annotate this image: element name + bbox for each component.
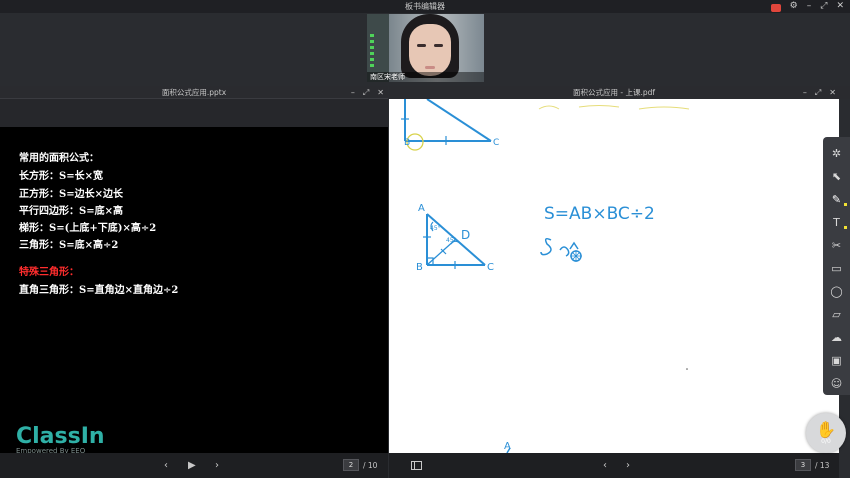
label-b: B — [416, 262, 423, 273]
play-button[interactable]: ▶ — [188, 453, 196, 478]
comment-icon[interactable]: ▱ — [823, 304, 850, 324]
thumbnail-icon[interactable] — [411, 461, 422, 470]
mouth — [425, 66, 435, 69]
slide-line: 直角三角形：S=直角边×直角边÷2 — [19, 285, 179, 296]
logo-brand: ClassIn — [16, 424, 105, 449]
pdf-footer: ‹ › 3 / 13 — [389, 453, 839, 478]
top-triangle — [401, 99, 492, 145]
faint-scribble — [538, 105, 690, 110]
label-c-top: C — [493, 138, 499, 148]
restore-button[interactable]: ⤢ — [815, 86, 821, 99]
raise-hand-button[interactable]: ✋ 0/0 — [806, 413, 846, 453]
classroom-window: 板书编辑器 ⚙ – ⤢ ✕ 南区宋老师 面积公式应用.pptx – ⤢ ✕ 常用… — [0, 0, 850, 478]
hand-count: 0/0 — [821, 437, 831, 445]
shape-icon[interactable]: ◯ — [823, 281, 850, 301]
users-icon[interactable]: ☺ — [823, 373, 850, 393]
pptx-header: 面积公式应用.pptx – ⤢ ✕ — [0, 86, 388, 99]
teacher-video[interactable]: 南区宋老师 — [367, 14, 484, 82]
label-c: C — [487, 262, 494, 273]
app-title: 板书编辑器 — [405, 2, 445, 11]
slide-line: 常用的面积公式： — [19, 153, 99, 164]
toolbox-icon[interactable]: ▣ — [823, 350, 850, 370]
whiteboard[interactable]: B C A B C D 45° 45° S=AB×BC÷2 A — [389, 99, 839, 453]
formula-text: S=AB×BC÷2 — [544, 204, 655, 224]
pointer-icon[interactable]: ✲ — [823, 143, 850, 163]
text-icon[interactable]: T — [823, 212, 850, 232]
board-toolbar: ✲ ⬉ ✎ T ✂ ▭ ◯ ▱ ☁ ▣ ☺ — [823, 137, 850, 395]
slide-line: 平行四边形：S=底×高 — [19, 206, 123, 217]
slide-page-total: / 10 — [363, 461, 378, 470]
settings-icon[interactable]: ⚙ — [790, 0, 798, 13]
label-a-bottom: A — [504, 441, 511, 452]
pen-color-dot — [844, 203, 847, 206]
eraser-icon[interactable]: ▭ — [823, 258, 850, 278]
scissors-icon[interactable]: ✂ — [823, 235, 850, 255]
whiteboard-drawing: B C A B C D 45° 45° S=AB×BC÷2 A — [401, 99, 690, 453]
pen-icon[interactable]: ✎ — [823, 189, 850, 209]
text-color-dot — [844, 226, 847, 229]
close-button[interactable]: ✕ — [829, 86, 836, 99]
stray-dot — [686, 368, 688, 370]
pptx-title: 面积公式应用.pptx — [161, 88, 227, 97]
slide-line: 长方形：S=长×宽 — [19, 171, 103, 182]
next-slide-button[interactable]: › — [215, 453, 219, 478]
restore-button[interactable]: ⤢ — [363, 86, 369, 99]
teacher-name: 南区宋老师 — [367, 72, 484, 82]
slide-line: 三角形：S=底×高÷2 — [19, 240, 119, 251]
pdf-page-input[interactable]: 3 — [795, 459, 811, 471]
restore-button[interactable]: ⤢ — [820, 0, 827, 13]
slide-line: 正方形：S=边长×边长 — [19, 189, 123, 200]
pdf-page-total: / 13 — [815, 461, 830, 470]
pptx-toolbar-strip — [0, 99, 388, 127]
slide-page-input[interactable]: 2 — [343, 459, 359, 471]
prev-page-button[interactable]: ‹ — [603, 453, 607, 478]
window-controls: ⚙ – ⤢ ✕ — [770, 0, 844, 13]
eye-left — [417, 44, 426, 47]
minimize-button[interactable]: – — [351, 86, 355, 99]
slide-line: 梯形：S=(上底+下底)×高÷2 — [19, 223, 157, 234]
next-page-button[interactable]: › — [626, 453, 630, 478]
label-b-top: B — [404, 138, 410, 148]
select-icon[interactable]: ⬉ — [823, 166, 850, 186]
slide-line-highlight: 特殊三角形： — [19, 267, 79, 278]
label-a: A — [418, 203, 425, 214]
cloud-icon[interactable]: ☁ — [823, 327, 850, 347]
minimize-button[interactable]: – — [807, 0, 812, 13]
eye-right — [434, 44, 443, 47]
prev-slide-button[interactable]: ‹ — [164, 453, 168, 478]
pptx-footer: ‹ ▶ › 2 / 10 — [0, 453, 388, 478]
slide-content: 常用的面积公式： 长方形：S=长×宽 正方形：S=边长×边长 平行四边形：S=底… — [0, 127, 388, 453]
pdf-panel: 面积公式应用 - 上课.pdf – ⤢ ✕ B C A B C D 45° 45… — [389, 86, 850, 478]
angle-label: 45° — [446, 237, 457, 244]
pdf-header: 面积公式应用 - 上课.pdf – ⤢ ✕ — [389, 86, 850, 99]
record-icon[interactable] — [770, 3, 781, 12]
angle-label: 45° — [430, 225, 441, 232]
formula-scribble — [540, 237, 582, 262]
pdf-title: 面积公式应用 - 上课.pdf — [572, 88, 656, 97]
label-d: D — [461, 228, 470, 242]
hand-icon: ✋ — [816, 419, 836, 439]
close-button[interactable]: ✕ — [377, 86, 384, 99]
pptx-panel: 面积公式应用.pptx – ⤢ ✕ 常用的面积公式： 长方形：S=长×宽 正方形… — [0, 86, 388, 478]
classin-logo: ClassIn Empowered By EEO — [16, 424, 105, 455]
title-bar: 板书编辑器 ⚙ – ⤢ ✕ — [0, 0, 850, 13]
close-button[interactable]: ✕ — [836, 0, 844, 13]
minimize-button[interactable]: – — [803, 86, 807, 99]
